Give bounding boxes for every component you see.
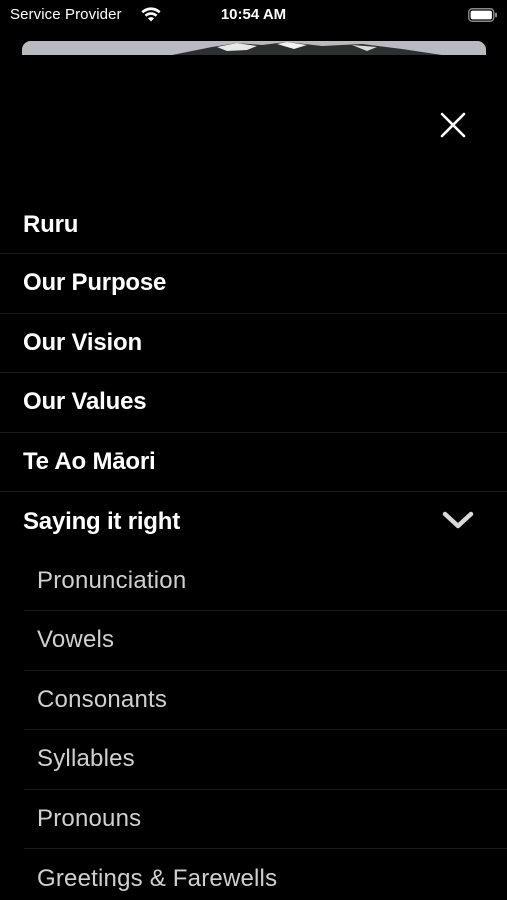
submenu-item-label: Greetings & Farewells [37, 864, 278, 892]
menu-item-label: Our Vision [23, 328, 142, 356]
submenu-item-label: Vowels [37, 626, 115, 654]
background-photo [22, 41, 486, 55]
menu-item-label: Te Ao Māori [23, 447, 156, 475]
menu-item-label: Our Values [23, 388, 147, 416]
mountain-image [22, 41, 486, 55]
chevron-down-icon[interactable] [441, 510, 475, 530]
menu-item-label: Ruru [23, 210, 79, 238]
menu-item-label: Our Purpose [23, 269, 167, 297]
menu-item-our-purpose[interactable]: Our Purpose [0, 254, 507, 314]
menu-item-label: Saying it right [23, 507, 181, 535]
app-screen: Service Provider 10:54 AM Ruru Our Purpo… [0, 0, 507, 900]
close-icon [440, 112, 466, 138]
submenu-item-pronouns[interactable]: Pronouns [24, 790, 507, 849]
submenu-item-consonants[interactable]: Consonants [24, 671, 507, 730]
side-menu: Ruru Our Purpose Our Vision Our Values T… [0, 196, 507, 900]
saying-it-right-submenu: Pronunciation Vowels Consonants Syllable… [24, 552, 507, 900]
submenu-item-vowels[interactable]: Vowels [24, 611, 507, 671]
menu-item-saying-it-right[interactable]: Saying it right [0, 492, 507, 552]
menu-item-te-ao-maori[interactable]: Te Ao Māori [0, 433, 507, 492]
close-button[interactable] [432, 104, 474, 146]
submenu-item-label: Syllables [37, 745, 135, 773]
clock: 10:54 AM [220, 6, 287, 23]
submenu-item-syllables[interactable]: Syllables [24, 730, 507, 790]
status-bar: Service Provider 10:54 AM [0, 0, 507, 32]
submenu-item-label: Pronunciation [37, 566, 187, 594]
submenu-item-pronunciation[interactable]: Pronunciation [24, 552, 507, 611]
battery-icon [468, 8, 497, 22]
menu-item-our-vision[interactable]: Our Vision [0, 314, 507, 373]
menu-item-ruru[interactable]: Ruru [0, 196, 507, 254]
submenu-item-label: Pronouns [37, 804, 142, 832]
menu-item-our-values[interactable]: Our Values [0, 373, 507, 433]
submenu-item-greetings-farewells[interactable]: Greetings & Farewells [24, 849, 507, 900]
submenu-item-label: Consonants [37, 685, 168, 713]
